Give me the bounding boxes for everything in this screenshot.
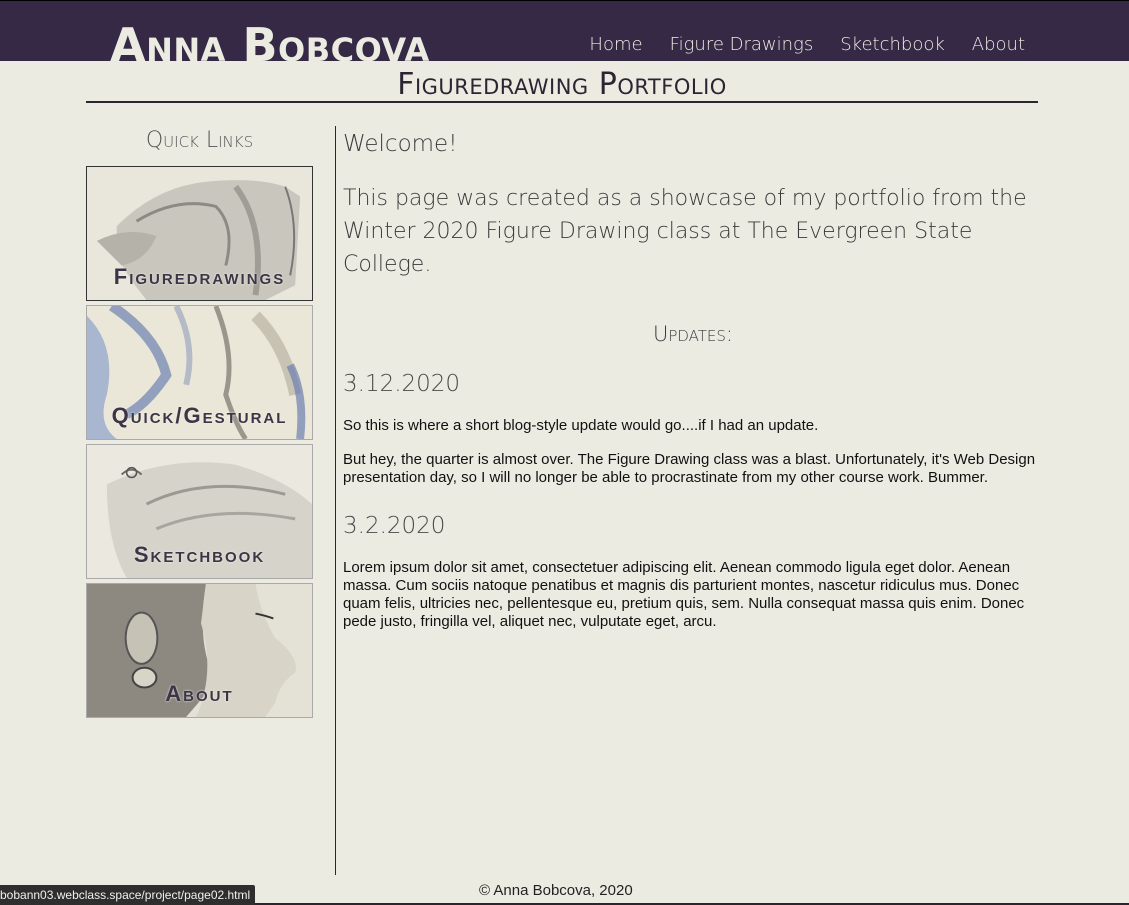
quick-link-figuredrawings[interactable]: Figuredrawings (86, 166, 313, 301)
content-divider (335, 126, 336, 875)
quick-links-sidebar: Quick Links Figuredrawings Quick/Gestura… (86, 126, 313, 722)
site-header: Anna Bobcova Home Figure Drawings Sketch… (0, 0, 1129, 62)
quick-links-title: Quick Links (145, 128, 254, 153)
quick-link-label: Quick/Gestural (111, 403, 288, 428)
post-paragraph: Lorem ipsum dolor sit amet, consectetuer… (343, 559, 1025, 630)
post-date: 3.12.2020 (343, 371, 461, 397)
browser-status-url: bobann03.webclass.space/project/page02.h… (0, 885, 256, 905)
page-title: Figuredrawing Portfolio (397, 67, 727, 102)
nav-sketchbook-link[interactable]: Sketchbook (840, 34, 945, 56)
nav-home-link[interactable]: Home (589, 34, 642, 56)
post-body: Lorem ipsum dolor sit amet, consectetuer… (343, 559, 1043, 631)
nav-figure-drawings-link[interactable]: Figure Drawings (670, 34, 814, 56)
quick-link-sketchbook[interactable]: Sketchbook (86, 444, 313, 579)
quick-link-quick-gestural[interactable]: Quick/Gestural (86, 305, 313, 440)
site-title[interactable]: Anna Bobcova (110, 17, 430, 62)
main-nav: Home Figure Drawings Sketchbook About (589, 34, 1025, 56)
post-date: 3.2.2020 (343, 513, 446, 539)
intro-text: This page was created as a showcase of m… (343, 186, 1027, 277)
post-body: So this is where a short blog-style upda… (343, 417, 1043, 487)
update-post: 3.12.2020 So this is where a short blog-… (343, 369, 1043, 487)
quick-link-about[interactable]: About (86, 583, 313, 718)
quick-link-label: Figuredrawings (113, 264, 286, 289)
updates-heading: Updates: (652, 322, 734, 346)
update-post: 3.2.2020 Lorem ipsum dolor sit amet, con… (343, 511, 1043, 631)
post-paragraph: But hey, the quarter is almost over. The… (343, 451, 1036, 486)
nav-about-link[interactable]: About (972, 34, 1025, 56)
footer-copyright: © Anna Bobcova, 2020 (479, 882, 633, 899)
post-paragraph: So this is where a short blog-style upda… (343, 417, 819, 434)
quick-link-label: About (165, 681, 234, 706)
quick-link-label: Sketchbook (133, 542, 266, 567)
welcome-heading: Welcome! (343, 131, 458, 157)
page-heading: Figuredrawing Portfolio (86, 66, 1038, 103)
main-content: Welcome! This page was created as a show… (343, 128, 1043, 655)
